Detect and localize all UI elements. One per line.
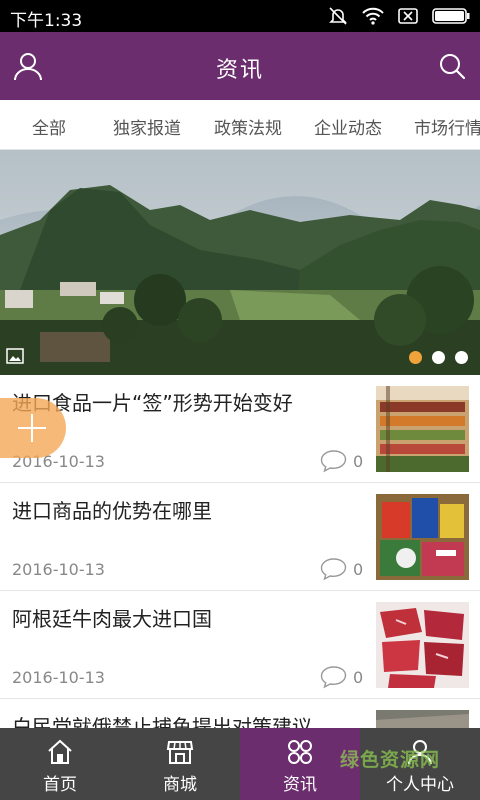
search-icon (440, 54, 466, 80)
comment-number: 0 (353, 451, 364, 471)
news-item[interactable]: 阿根廷牛肉最大进口国 2016-10-13 0 (0, 591, 480, 699)
nav-item-store[interactable]: 商城 (120, 728, 240, 800)
news-item[interactable]: 进口商品的优势在哪里 2016-10-13 0 (0, 483, 480, 591)
news-title: 进口食品一片“签”形势开始变好 (12, 391, 293, 415)
carousel-indicator (409, 351, 468, 364)
bell-muted-icon (329, 7, 347, 25)
carousel-dot[interactable] (409, 351, 422, 364)
home-icon (48, 739, 72, 764)
banner-carousel[interactable] (0, 150, 480, 375)
status-bar: 下午1:33 (0, 0, 480, 32)
comment-number: 0 (353, 559, 364, 579)
page-title: 资讯 (215, 58, 264, 83)
nav-label: 商城 (163, 775, 197, 795)
comment-icon (320, 450, 347, 473)
news-date: 2016-10-13 (12, 560, 105, 579)
store-icon (166, 741, 194, 764)
news-thumbnail (376, 386, 469, 472)
comment-number: 0 (353, 667, 364, 687)
comment-icon (320, 558, 347, 581)
search-button[interactable] (434, 48, 470, 84)
news-item[interactable]: 进口食品一片“签”形势开始变好 2016-10-13 0 (0, 375, 480, 483)
plus-icon (18, 414, 46, 442)
news-grid-icon (288, 740, 312, 764)
add-fab-button[interactable] (0, 398, 66, 458)
watermark: 绿色资源网 (340, 749, 441, 771)
banner-image (0, 150, 480, 375)
news-thumbnail (376, 602, 469, 688)
status-time: 下午1:33 (10, 11, 83, 31)
news-title: 进口商品的优势在哪里 (12, 499, 212, 523)
carousel-dot[interactable] (455, 351, 468, 364)
wifi-icon (362, 7, 384, 25)
battery-icon (432, 8, 470, 24)
status-icons (328, 6, 470, 26)
image-icon (6, 348, 24, 364)
tab-exclusive[interactable]: 独家报道 (113, 114, 181, 139)
tab-all[interactable]: 全部 (32, 114, 66, 139)
tab-market[interactable]: 市场行情 (414, 114, 480, 139)
category-tabs: 全部 独家报道 政策法规 企业动态 市场行情 (0, 100, 480, 150)
news-thumbnail (376, 494, 469, 580)
news-title: 阿根廷牛肉最大进口国 (12, 607, 212, 631)
news-thumbnail (376, 710, 469, 728)
comment-count: 0 (320, 665, 363, 689)
sim-x-icon (398, 8, 418, 24)
news-item[interactable]: 白民党就俄禁止捕鱼提出对策建议 (0, 699, 480, 728)
nav-label: 资讯 (283, 775, 317, 795)
comment-icon (320, 666, 347, 689)
tab-company-news[interactable]: 企业动态 (314, 114, 382, 139)
tab-policy[interactable]: 政策法规 (214, 114, 282, 139)
nav-label: 首页 (43, 775, 77, 795)
comment-count: 0 (320, 449, 363, 473)
app-bar: 资讯 (0, 32, 480, 100)
news-title: 白民党就俄禁止捕鱼提出对策建议 (12, 715, 312, 728)
news-date: 2016-10-13 (12, 668, 105, 687)
nav-item-home[interactable]: 首页 (0, 728, 120, 800)
carousel-dot[interactable] (432, 351, 445, 364)
news-list: 进口食品一片“签”形势开始变好 2016-10-13 0 进口商品的优势在哪里 … (0, 375, 480, 728)
nav-label: 个人中心 (386, 775, 454, 795)
comment-count: 0 (320, 557, 363, 581)
